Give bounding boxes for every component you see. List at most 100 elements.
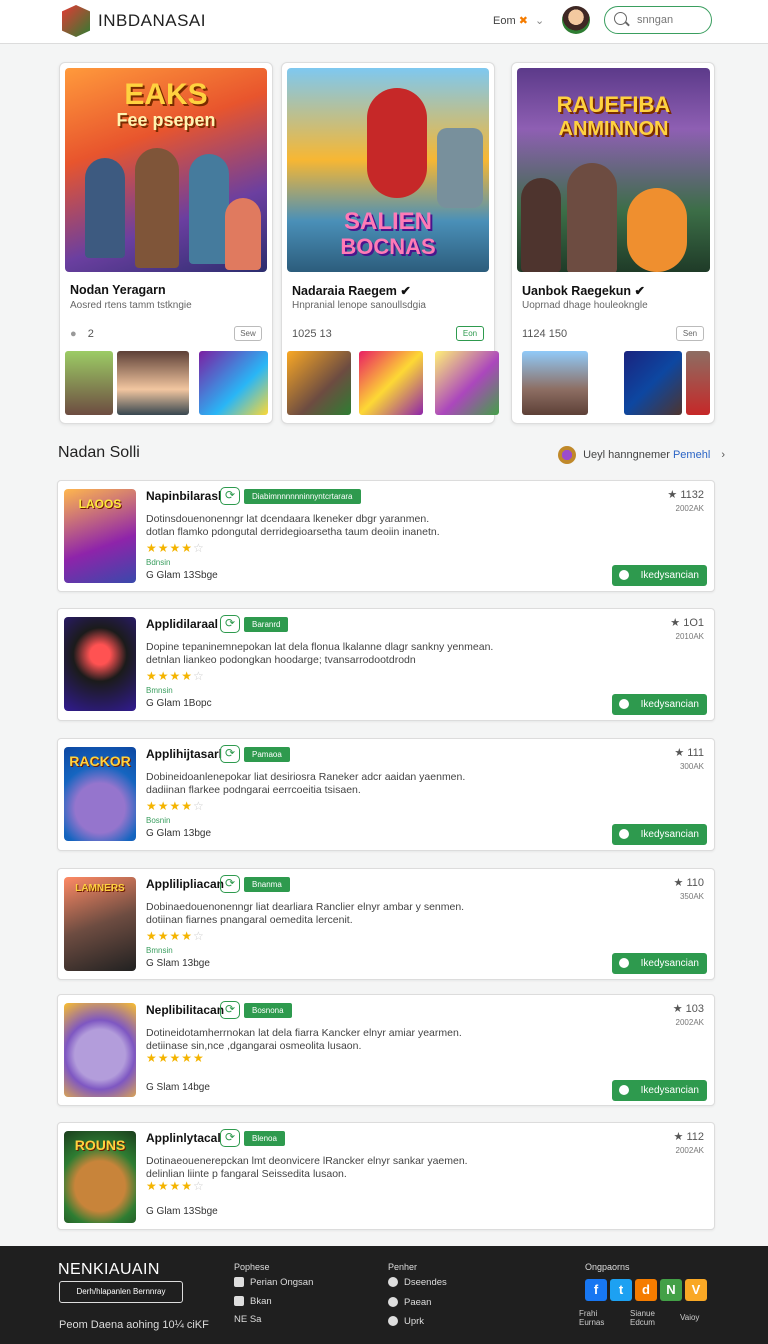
footer: NENKIAUAIN Derh/hlapanlen Bernnray Peom … <box>0 1246 768 1344</box>
verified-icon: ✔ <box>634 284 646 298</box>
install-button[interactable]: Ikedysancian <box>612 694 707 715</box>
store-badge[interactable]: Vaioy <box>680 1313 699 1322</box>
status-badge: Bosnona <box>244 1003 292 1018</box>
brand-name[interactable]: INBDANASAI <box>98 11 206 31</box>
featured-action-button[interactable]: Eon <box>456 326 484 341</box>
section-see-all-link[interactable]: Ueyl hanngnemer Pemehl › <box>558 446 725 464</box>
footer-link[interactable]: Perian Ongsan <box>234 1277 313 1288</box>
social-icon[interactable]: V <box>685 1279 707 1301</box>
rating-stars: ★★★★☆ <box>146 541 205 555</box>
app-name[interactable]: Napinbilarasl <box>146 489 221 503</box>
rating-stars: ★★★★☆ <box>146 929 205 943</box>
social-icon[interactable]: N <box>660 1279 682 1301</box>
list-item[interactable]: LAOOS Napinbilarasl ⟳ Diabimnnnnnninnynt… <box>57 480 715 592</box>
featured-artwork[interactable]: RAUEFIBA ANMINNON <box>517 68 710 272</box>
app-thumbnail[interactable] <box>64 1003 136 1097</box>
app-description: Dobinaedouenonenngr liat dearliara Rancl… <box>146 901 465 926</box>
download-count: ★ 103 2002AK <box>672 1003 704 1027</box>
app-meta: G Glam 13Sbge <box>146 570 218 581</box>
footer-link[interactable]: Uprk <box>388 1316 424 1327</box>
app-name[interactable]: Applidilaraal <box>146 617 218 631</box>
twitter-icon[interactable]: t <box>610 1279 632 1301</box>
thumbnail[interactable] <box>117 351 189 415</box>
thumbnail[interactable] <box>65 351 113 415</box>
featured-title[interactable]: Nodan Yeragarn <box>70 283 166 297</box>
thumbnail[interactable] <box>199 351 268 415</box>
app-name[interactable]: Applilipliacan <box>146 877 224 891</box>
install-button[interactable]: Ikedysancian <box>612 953 707 974</box>
featured-artwork[interactable]: SALIEN BOCNAS <box>287 68 489 272</box>
app-name[interactable]: Neplibilitacan <box>146 1003 224 1017</box>
featured-action-button[interactable]: Sew <box>234 326 262 341</box>
list-item[interactable]: LAMNERS Applilipliacan ⟳ Bnanma Dobinaed… <box>57 868 715 980</box>
thumbnail[interactable] <box>435 351 499 415</box>
search-placeholder: snngan <box>637 14 674 26</box>
app-label: Bosnin <box>146 816 171 825</box>
art-subtitle: ANMINNON <box>558 118 669 140</box>
featured-title[interactable]: Nadaraia Raegem ✔ <box>292 283 411 298</box>
featured-action-button[interactable]: Sen <box>676 326 704 341</box>
top-bar: INBDANASAI Eom ✖ ⌄ snngan <box>0 0 768 44</box>
edit-icon <box>234 1296 244 1307</box>
featured-card[interactable]: EAKS Fee psepen Nodan Yeragarn Aosred rt… <box>59 62 273 424</box>
store-badge[interactable]: Frahi Eurnas <box>579 1309 619 1327</box>
list-item[interactable]: Applidilaraal ⟳ Baranrd Dopine tepaninem… <box>57 608 715 721</box>
app-thumbnail[interactable] <box>64 617 136 711</box>
footer-link[interactable]: Bkan <box>234 1296 272 1307</box>
store-badge[interactable]: Sianue Edcum <box>630 1309 670 1327</box>
footer-link[interactable]: Dseendes <box>388 1277 447 1288</box>
info-icon <box>388 1277 398 1288</box>
featured-title[interactable]: Uanbok Raegekun ✔ <box>522 283 645 298</box>
avatar[interactable] <box>562 6 590 34</box>
top-nav-link[interactable]: Eom ✖ ⌄ <box>493 14 544 27</box>
app-description: Dotinsdouenonenngr lat dcendaara lkeneke… <box>146 513 440 538</box>
list-item[interactable]: Neplibilitacan ⟳ Bosnona Dotineidotamher… <box>57 994 715 1106</box>
featured-card[interactable]: RAUEFIBA ANMINNON Uanbok Raegekun ✔ Uopr… <box>511 62 715 424</box>
app-label: Bdnsin <box>146 558 171 567</box>
app-label: Bmnsin <box>146 946 173 955</box>
featured-subtitle: Aosred rtens tamm tstkngie <box>70 300 192 311</box>
art-title: RAUEFIBA <box>556 92 671 117</box>
install-button[interactable]: Ikedysancian <box>612 1080 707 1101</box>
app-name[interactable]: Applihijtasarl <box>146 747 222 761</box>
facebook-icon[interactable]: f <box>585 1279 607 1301</box>
brand-logo-icon[interactable] <box>62 5 90 37</box>
footer-brand: NENKIAUAIN <box>58 1261 160 1278</box>
status-badge: Baranrd <box>244 617 289 632</box>
featured-artwork[interactable]: EAKS Fee psepen <box>65 68 267 272</box>
thumbnail[interactable] <box>522 351 588 415</box>
featured-card[interactable]: SALIEN BOCNAS Nadaraia Raegem ✔ Hnprania… <box>281 62 499 424</box>
app-meta: G Glam 1Bopc <box>146 698 212 709</box>
footer-link[interactable]: Paean <box>388 1297 431 1308</box>
footer-subscribe-button[interactable]: Derh/hlapanlen Bernnray <box>59 1281 183 1303</box>
download-count: ★ 1O1 2010AK <box>670 617 704 641</box>
install-button[interactable]: Ikedysancian <box>612 565 707 586</box>
list-item[interactable]: RACKOR Applihijtasarl ⟳ Pamaoa Dobineido… <box>57 738 715 851</box>
app-thumbnail[interactable]: LAOOS <box>64 489 136 583</box>
install-button[interactable]: Ikedysancian <box>612 824 707 845</box>
art-title: SALIEN <box>343 208 432 235</box>
list-item[interactable]: ROUNS Applinlytacal ⟳ Blenoa Dotinaeouen… <box>57 1122 715 1230</box>
app-meta: G Slam 13bge <box>146 958 210 969</box>
app-name[interactable]: Applinlytacal <box>146 1131 221 1145</box>
social-icon[interactable]: d <box>635 1279 657 1301</box>
art-subtitle: Fee psepen <box>116 110 216 130</box>
refresh-icon: ⟳ <box>220 875 240 893</box>
app-description: Dopine tepaninemnepokan lat dela flonua … <box>146 641 494 666</box>
thumbnail[interactable] <box>287 351 351 415</box>
thumbnail[interactable] <box>359 351 423 415</box>
app-thumbnail[interactable]: LAMNERS <box>64 877 136 971</box>
status-badge: Blenoa <box>244 1131 285 1146</box>
search-input[interactable]: snngan <box>604 6 712 34</box>
download-count: ★ 111 300AK <box>674 747 704 771</box>
footer-col-title: Pophese <box>234 1262 270 1272</box>
close-icon: ✖ <box>518 15 528 27</box>
footer-link[interactable]: NE Sa <box>234 1314 261 1325</box>
chevron-down-icon: ⌄ <box>534 15 545 27</box>
app-thumbnail[interactable]: RACKOR <box>64 747 136 841</box>
rating-stars: ★★★★★ <box>146 1051 205 1065</box>
thumbnail[interactable] <box>686 351 710 415</box>
app-thumbnail[interactable]: ROUNS <box>64 1131 136 1223</box>
download-count: ★ 110 350AK <box>673 877 704 901</box>
thumbnail[interactable] <box>624 351 682 415</box>
